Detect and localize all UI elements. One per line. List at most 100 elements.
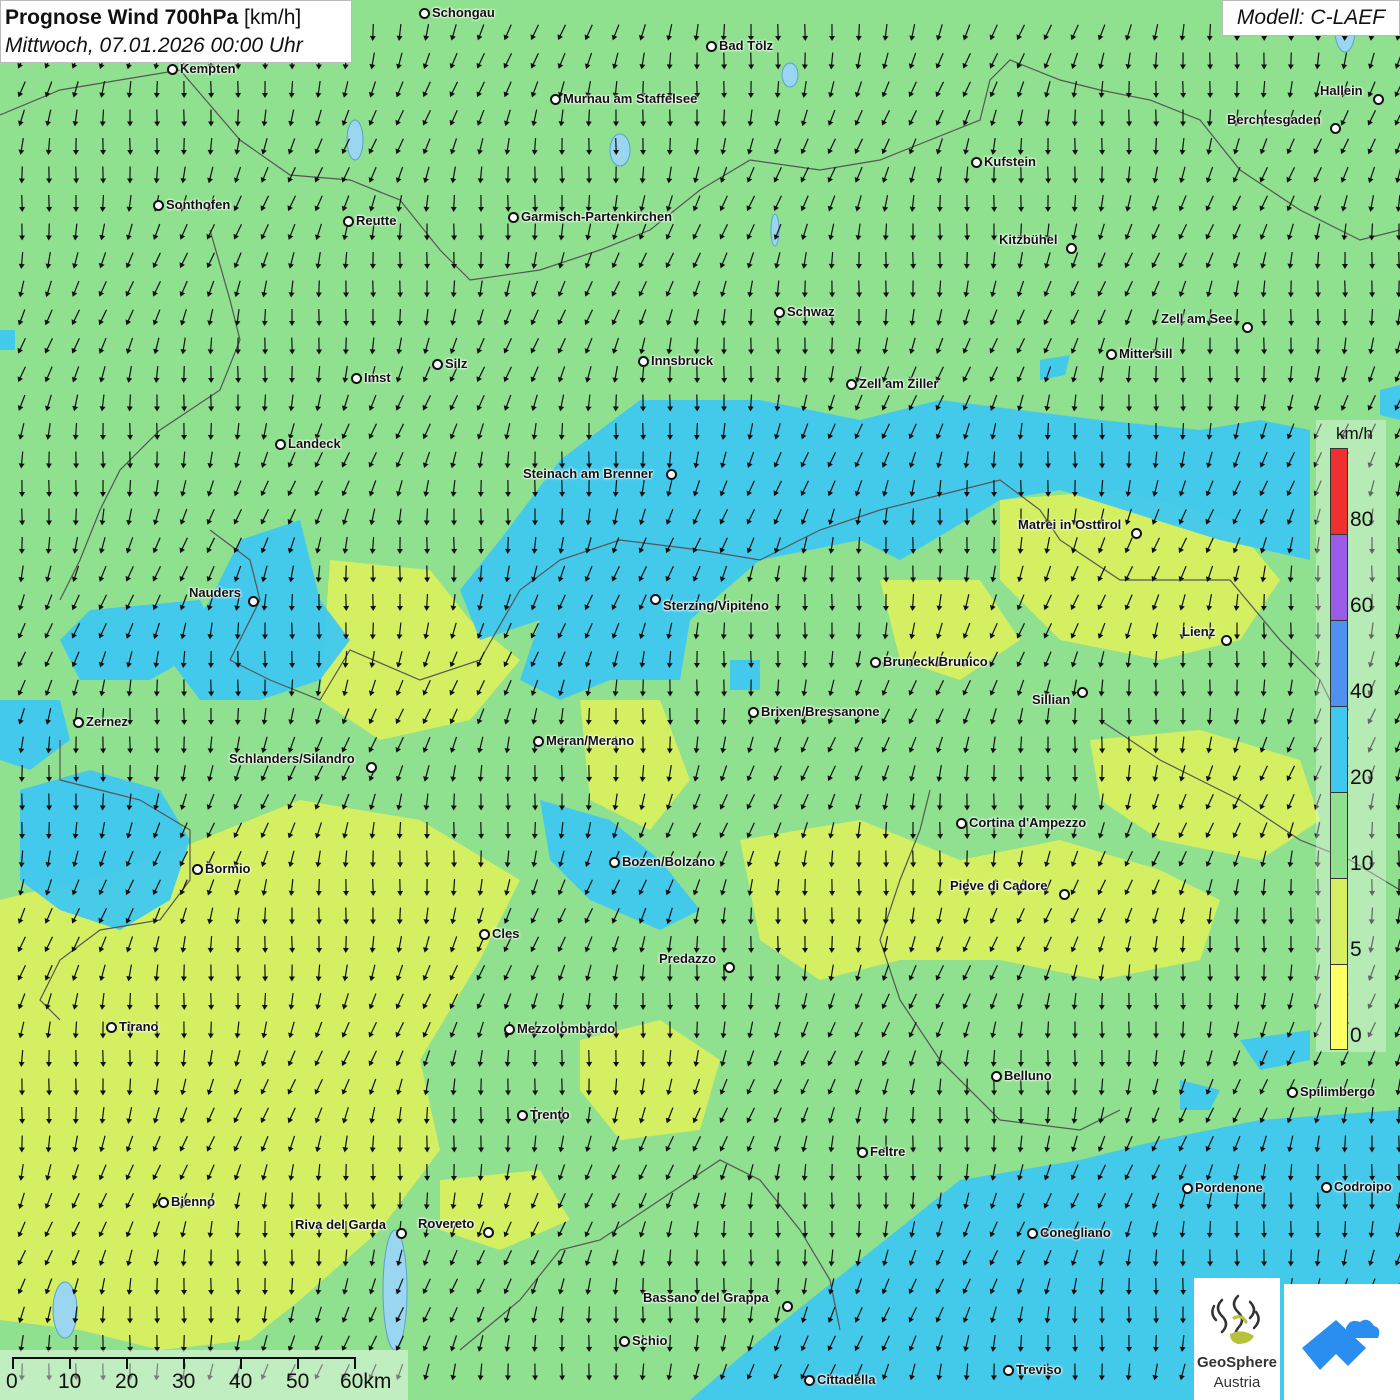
city-label: Riva del Garda xyxy=(295,1217,387,1232)
legend-label: 0 xyxy=(1350,1024,1362,1047)
city-dot xyxy=(432,359,443,370)
city-dot xyxy=(167,64,178,75)
city-label: Bruneck/Brunico xyxy=(883,654,988,669)
city-dot xyxy=(419,8,430,19)
legend-unit: km/h xyxy=(1336,424,1373,443)
color-legend: km/h 80 60 40 20 10 5 0 xyxy=(1316,420,1386,1052)
forecast-map-view: Schongau Bad Tölz Kempten Murnau am Staffel… xyxy=(0,0,1400,1400)
scale-label: 50 xyxy=(286,1370,310,1393)
city-dot xyxy=(1027,1228,1038,1239)
city-dot xyxy=(479,929,490,940)
scale-label: 10 xyxy=(58,1370,82,1393)
city-dot xyxy=(804,1375,815,1386)
city-label: Feltre xyxy=(870,1144,906,1159)
city-label: Innsbruck xyxy=(651,353,714,368)
legend-swatch-0 xyxy=(1330,964,1348,1050)
city-label: Pordenone xyxy=(1195,1180,1263,1195)
legend-swatch-40 xyxy=(1330,620,1348,708)
city-label: Silz xyxy=(445,356,468,371)
city-dot xyxy=(971,157,982,168)
city-label: Bormio xyxy=(205,861,251,876)
mountain-cloud-logo-icon xyxy=(1302,1319,1380,1370)
city-label: Murnau am Staffelsee xyxy=(563,91,698,106)
city-label: Rovereto xyxy=(418,1216,475,1231)
city-label: Schwaz xyxy=(787,304,835,319)
city-label: Conegliano xyxy=(1040,1225,1111,1240)
city-label: Schlanders/Silandro xyxy=(229,751,355,766)
title-panel: Prognose Wind 700hPa [km/h] Mittwoch, 07… xyxy=(0,0,352,63)
city-label: Spilimbergo xyxy=(1300,1084,1376,1099)
scale-label: 0 xyxy=(6,1370,18,1393)
city-dot xyxy=(248,596,259,607)
city-label: Kitzbühel xyxy=(999,232,1058,247)
city-dot xyxy=(1131,528,1142,539)
city-label: Predazzo xyxy=(659,951,717,966)
city-label: Schongau xyxy=(432,5,495,20)
city-dot xyxy=(508,212,519,223)
city-label: Kufstein xyxy=(984,154,1036,169)
city-dot xyxy=(366,762,377,773)
legend-swatch-60 xyxy=(1330,534,1348,622)
city-dot xyxy=(1330,123,1341,134)
city-label: Hallein xyxy=(1320,83,1363,98)
city-label: Mittersill xyxy=(1119,346,1173,361)
city-dot xyxy=(1106,349,1117,360)
city-label: Reutte xyxy=(356,213,397,228)
city-dot xyxy=(706,41,717,52)
scale-tick xyxy=(12,1357,14,1369)
scale-tick xyxy=(297,1357,299,1369)
city-label: Brixen/Bressanone xyxy=(761,704,880,719)
city-dot xyxy=(846,379,857,390)
city-dot xyxy=(1321,1182,1332,1193)
city-label: Nauders xyxy=(189,585,242,600)
city-dot xyxy=(483,1227,494,1238)
city-dot xyxy=(1221,635,1232,646)
city-dot xyxy=(351,373,362,384)
city-dot xyxy=(533,736,544,747)
city-dot xyxy=(1242,322,1253,333)
city-dot xyxy=(870,657,881,668)
forecast-date: Mittwoch, 07.01.2026 00:00 Uhr xyxy=(5,34,303,57)
city-label: Garmisch-Partenkirchen xyxy=(521,209,673,224)
city-label: Cortina d'Ampezzo xyxy=(969,815,1087,830)
city-dot xyxy=(724,962,735,973)
scale-bar: 0 10 20 30 40 50 60km xyxy=(0,1350,408,1400)
city-label: Berchtesgaden xyxy=(1227,112,1321,127)
city-label: Bienno xyxy=(171,1194,216,1209)
title-bold: Prognose Wind 700hPa xyxy=(5,6,239,29)
city-label: Meran/Merano xyxy=(546,733,635,748)
city-label: Lienz xyxy=(1182,624,1216,639)
city-dot xyxy=(1287,1087,1298,1098)
city-label: Treviso xyxy=(1016,1362,1062,1377)
city-dot xyxy=(73,717,84,728)
city-label: Belluno xyxy=(1004,1068,1052,1083)
city-label: Codroipo xyxy=(1334,1179,1392,1194)
geosphere-name: GeoSphere xyxy=(1196,1354,1278,1371)
city-label: Sillian xyxy=(1032,692,1071,707)
legend-swatch-10 xyxy=(1330,792,1348,880)
app-logo xyxy=(1284,1284,1400,1400)
model-label: Modell: C-LAEF xyxy=(1222,0,1400,36)
city-dot xyxy=(153,200,164,211)
scale-tick xyxy=(69,1357,71,1369)
city-dot xyxy=(619,1336,630,1347)
scale-tick xyxy=(126,1357,128,1369)
scale-tick xyxy=(354,1357,356,1369)
scale-label: 30 xyxy=(172,1370,196,1393)
geosphere-logo: GeoSphere Austria xyxy=(1194,1278,1280,1400)
city-dot xyxy=(192,864,203,875)
city-dot xyxy=(275,439,286,450)
city-dot xyxy=(106,1022,117,1033)
legend-label: 80 xyxy=(1350,508,1374,531)
legend-label: 10 xyxy=(1350,852,1374,875)
legend-label: 5 xyxy=(1350,938,1362,961)
city-dot xyxy=(1077,687,1088,698)
legend-swatch-80 xyxy=(1330,448,1348,536)
legend-label: 20 xyxy=(1350,766,1374,789)
legend-label: 60 xyxy=(1350,594,1374,617)
map-title: Prognose Wind 700hPa [km/h] xyxy=(5,4,347,32)
city-dot xyxy=(1003,1365,1014,1376)
city-dot xyxy=(343,216,354,227)
city-dot xyxy=(748,707,759,718)
city-dot xyxy=(857,1147,868,1158)
